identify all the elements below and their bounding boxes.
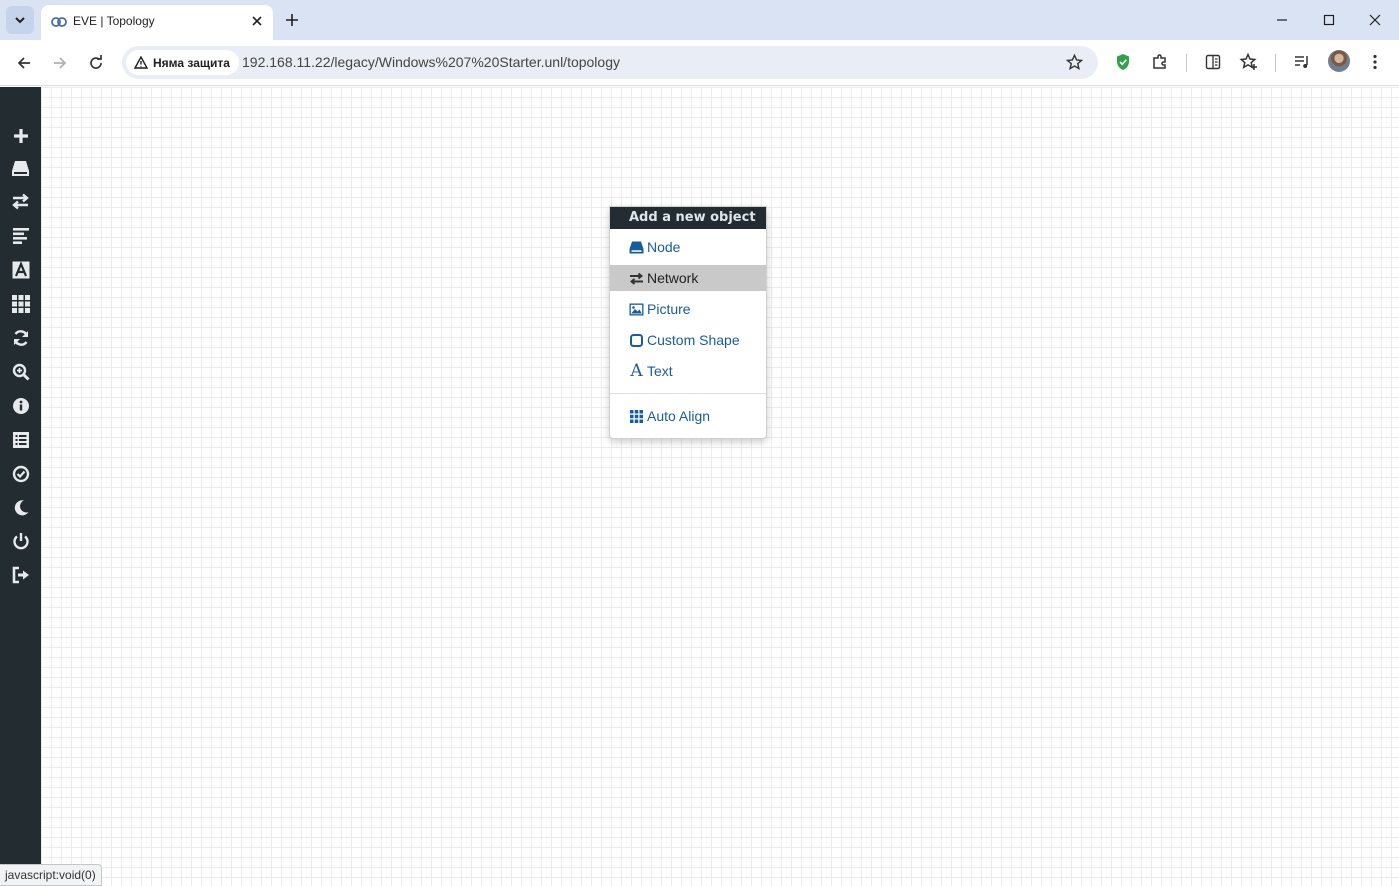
media-control-icon[interactable] bbox=[1292, 52, 1312, 72]
toolbar-separator bbox=[1186, 54, 1187, 72]
zoom-icon bbox=[12, 363, 30, 381]
menu-item-label: Text bbox=[647, 363, 673, 379]
warning-triangle-icon bbox=[134, 56, 148, 69]
plus-icon bbox=[13, 128, 28, 143]
menu-item-text[interactable]: A Text bbox=[610, 358, 766, 384]
nodes-icon bbox=[12, 161, 29, 176]
dark-mode-button[interactable] bbox=[10, 497, 31, 518]
custom-shape-icon bbox=[630, 333, 643, 347]
security-label: Няма защита bbox=[153, 55, 230, 70]
tab-title: EVE | Topology bbox=[73, 14, 155, 28]
text-a-icon: A bbox=[630, 361, 643, 381]
menu-item-picture[interactable]: Picture bbox=[610, 296, 766, 322]
check-icon bbox=[12, 465, 29, 482]
menu-item-auto-align[interactable]: Auto Align bbox=[610, 403, 766, 429]
tab-strip: EVE | Topology bbox=[0, 0, 1399, 40]
power-icon bbox=[12, 532, 29, 549]
security-indicator[interactable]: Няма защита bbox=[126, 50, 239, 75]
profile-avatar[interactable] bbox=[1328, 50, 1350, 72]
grid-button[interactable] bbox=[10, 293, 31, 314]
extensions-puzzle-icon[interactable] bbox=[1150, 52, 1170, 72]
networks-icon bbox=[12, 193, 29, 210]
nodes-button[interactable] bbox=[10, 158, 31, 179]
picture-icon bbox=[629, 303, 644, 315]
auto-align-icon bbox=[630, 409, 643, 423]
forward-arrow-icon[interactable] bbox=[50, 53, 70, 73]
eve-favicon-icon bbox=[51, 17, 67, 27]
networks-button[interactable] bbox=[10, 191, 31, 212]
list-icon bbox=[12, 431, 29, 448]
eve-sidebar bbox=[0, 87, 41, 886]
reload-icon[interactable] bbox=[86, 53, 106, 73]
logout-button[interactable] bbox=[10, 564, 31, 585]
node-icon bbox=[629, 241, 644, 253]
lab-info-button[interactable] bbox=[10, 395, 31, 416]
lab-notes-button[interactable] bbox=[10, 429, 31, 450]
refresh-button[interactable] bbox=[10, 327, 31, 348]
logout-icon bbox=[12, 566, 29, 583]
menu-item-label: Auto Align bbox=[647, 408, 711, 424]
link-status-bubble: javascript:void(0) bbox=[0, 864, 102, 886]
bookmark-star-icon[interactable] bbox=[1065, 53, 1084, 72]
text-icon bbox=[12, 260, 29, 278]
info-icon bbox=[12, 397, 29, 414]
menu-item-label: Node bbox=[647, 239, 681, 255]
network-icon bbox=[630, 272, 643, 285]
reading-list-icon[interactable] bbox=[1203, 52, 1223, 72]
maximize-icon[interactable] bbox=[1320, 11, 1338, 29]
menu-item-label: Network bbox=[647, 270, 699, 286]
browser-tab[interactable]: EVE | Topology bbox=[41, 5, 273, 40]
add-object-context-menu: Add a new object Node Network Picture Cu… bbox=[609, 206, 767, 439]
menu-title: Add a new object bbox=[610, 207, 766, 229]
back-arrow-icon[interactable] bbox=[14, 53, 34, 73]
toolbar-separator bbox=[1275, 54, 1276, 72]
menu-divider bbox=[610, 393, 766, 394]
favorites-icon[interactable] bbox=[1239, 52, 1259, 72]
add-text-button[interactable] bbox=[10, 259, 31, 280]
tab-search-button[interactable] bbox=[6, 6, 34, 34]
startup-configs-icon bbox=[12, 228, 29, 244]
add-object-button[interactable] bbox=[10, 125, 31, 146]
zoom-button[interactable] bbox=[10, 361, 31, 382]
menu-item-custom-shape[interactable]: Custom Shape bbox=[610, 327, 766, 353]
refresh-icon bbox=[13, 329, 28, 346]
browser-toolbar: Няма защита 192.168.11.22/legacy/Windows… bbox=[0, 40, 1399, 86]
url-text[interactable]: 192.168.11.22/legacy/Windows%207%20Start… bbox=[242, 54, 620, 70]
new-tab-icon[interactable] bbox=[283, 11, 301, 29]
shield-extension-icon[interactable] bbox=[1113, 52, 1133, 72]
minimize-icon[interactable] bbox=[1273, 11, 1291, 29]
menu-item-label: Picture bbox=[647, 301, 691, 317]
close-lab-button[interactable] bbox=[10, 530, 31, 551]
chevron-down-icon bbox=[15, 17, 25, 24]
address-bar[interactable]: Няма защита 192.168.11.22/legacy/Windows… bbox=[122, 46, 1098, 79]
startup-configs-button[interactable] bbox=[10, 225, 31, 246]
close-tab-icon[interactable] bbox=[249, 13, 265, 29]
menu-item-network[interactable]: Network bbox=[610, 265, 766, 291]
status-button[interactable] bbox=[10, 463, 31, 484]
moon-icon bbox=[14, 499, 28, 515]
grid-icon bbox=[11, 294, 30, 313]
menu-item-node[interactable]: Node bbox=[610, 234, 766, 260]
more-menu-icon[interactable] bbox=[1365, 52, 1385, 72]
menu-item-label: Custom Shape bbox=[647, 332, 740, 348]
close-window-icon[interactable] bbox=[1366, 11, 1384, 29]
